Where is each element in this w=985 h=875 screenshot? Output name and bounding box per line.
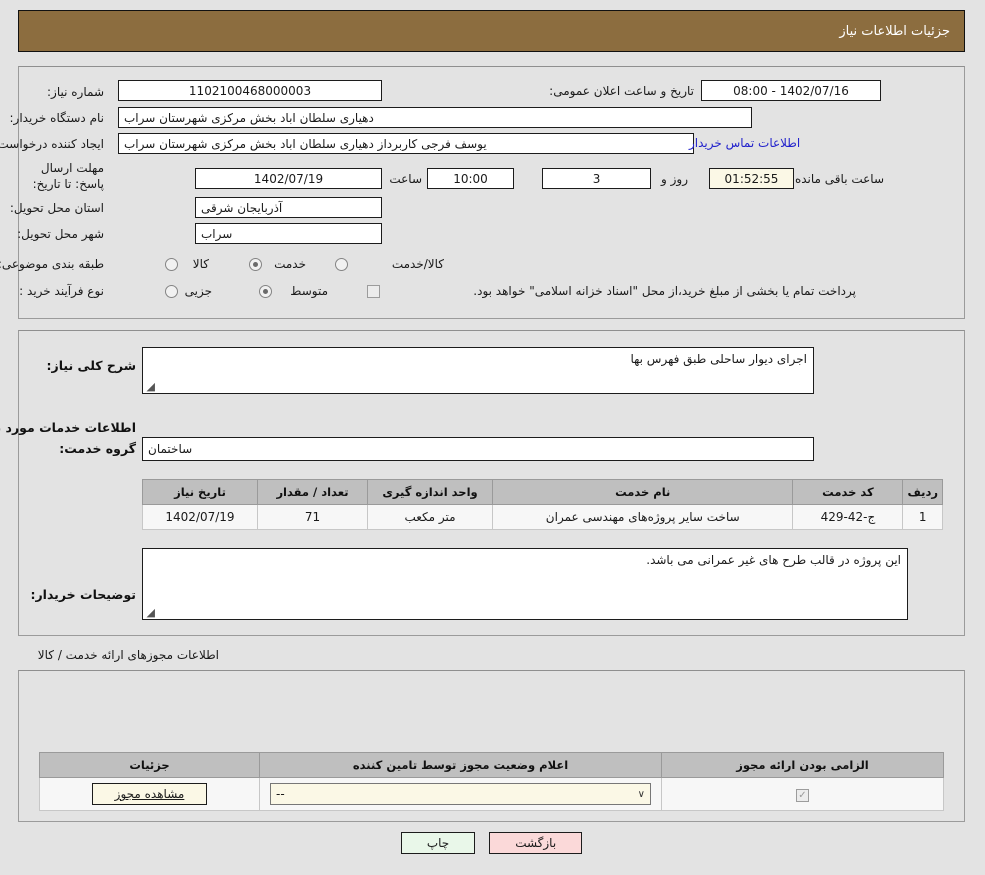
- province-label: استان محل تحویل:: [10, 201, 105, 215]
- announce-label: تاریخ و ساعت اعلان عمومی:: [550, 84, 695, 98]
- need-number-value: 1102100468000003: [119, 80, 383, 101]
- need-info-panel: [19, 66, 966, 319]
- back-button[interactable]: بازگشت: [490, 832, 584, 854]
- service-col-2: نام خدمت: [492, 479, 795, 505]
- category-label: طبقه بندی موضوعی:: [0, 257, 105, 271]
- permits-section-title: اطلاعات مجوزهای ارائه خدمت / کالا: [38, 648, 220, 662]
- need-desc-value: اجرای دیوار ساحلی طبق فهرس بها: [631, 352, 808, 366]
- service-table-header-row: ردیف کد خدمت نام خدمت واحد اندازه گیری تعداد…: [143, 479, 944, 505]
- resize-grip-icon[interactable]: ◢: [146, 381, 156, 392]
- need-desc-label: شرح کلی نیاز:: [47, 358, 137, 373]
- process-radio-medium[interactable]: [260, 285, 273, 298]
- table-cell: 1402/07/19: [143, 504, 259, 530]
- chevron-down-icon: ∨: [638, 788, 646, 800]
- process-label: نوع فرآیند خرید :: [20, 284, 105, 298]
- buyer-notes-value: این پروژه در قالب طرح های غیر عمرانی می …: [647, 553, 902, 567]
- services-section-title: اطلاعات خدمات مورد نیاز: [0, 420, 137, 435]
- category-radio-service[interactable]: [250, 258, 263, 271]
- permits-col-2: جزئیات: [40, 752, 261, 778]
- need-desc-textarea[interactable]: اجرای دیوار ساحلی طبق فهرس بها ◢: [143, 347, 815, 394]
- requester-label: ایجاد کننده درخواست:: [0, 137, 105, 151]
- table-cell: ساخت سایر پروژه‌های مهندسی عمران: [492, 504, 795, 530]
- need-number-label: شماره نیاز:: [48, 85, 105, 99]
- print-button[interactable]: چاپ: [401, 832, 477, 854]
- category-option-service-label: خدمت: [275, 257, 307, 271]
- countdown-timer: 01:52:55: [710, 168, 795, 189]
- table-cell: 71: [258, 504, 369, 530]
- table-cell: متر مکعب: [368, 504, 494, 530]
- city-value: سراب: [196, 223, 383, 244]
- category-option-goods-service-label: کالا/خدمت: [392, 257, 445, 271]
- page-root: AriaTender.net جزئیات اطلاعات نیاز شماره…: [0, 0, 985, 875]
- buyer-org-value: دهیاری سلطان اباد بخش مرکزی شهرستان سراب: [119, 107, 753, 128]
- permit-status-value: --: [277, 787, 286, 801]
- category-radio-goods[interactable]: [166, 258, 179, 271]
- days-remaining-value: 3: [543, 168, 652, 189]
- service-col-5: تاریخ نیاز: [143, 479, 259, 505]
- deadline-time-value: 10:00: [428, 168, 515, 189]
- requester-value: یوسف فرجی کاربرداز دهیاری سلطان اباد بخش…: [119, 133, 695, 154]
- resize-grip-icon-2[interactable]: ◢: [146, 607, 156, 618]
- permit-details-cell: مشاهده مجوز: [40, 777, 261, 811]
- permits-col-1: اعلام وضعیت مجوز توسط تامین کننده: [260, 752, 663, 778]
- service-col-0: ردیف: [903, 479, 944, 505]
- service-table-body: 1 ج-42-429 ساخت سایر پروژه‌های مهندسی عمرا…: [143, 504, 944, 530]
- table-cell: 1: [903, 504, 944, 530]
- permit-required-cell: ✓: [662, 777, 945, 811]
- permits-col-0: الزامی بودن ارائه مجوز: [662, 752, 945, 778]
- service-group-label: گروه خدمت:: [60, 441, 137, 456]
- buyer-notes-label: توضیحات خریدار:: [31, 587, 137, 602]
- permit-status-select[interactable]: ∨ --: [271, 783, 652, 805]
- service-table: ردیف کد خدمت نام خدمت واحد اندازه گیری تعداد…: [143, 479, 944, 530]
- buyer-contact-link[interactable]: اطلاعات تماس خریدار: [690, 136, 801, 150]
- deadline-label: مهلت ارسال پاسخ: تا تاریخ:: [33, 161, 105, 191]
- process-radio-minor[interactable]: [166, 285, 179, 298]
- countdown-suffix-label: ساعت باقی مانده: [795, 172, 885, 186]
- service-col-1: کد خدمت: [793, 479, 905, 505]
- service-group-value: ساختمان: [143, 437, 815, 461]
- table-row: 1 ج-42-429 ساخت سایر پروژه‌های مهندسی عمرا…: [143, 504, 944, 530]
- footer-buttons: بازگشت چاپ: [0, 832, 985, 854]
- table-row: ✓ ∨ -- مشاهده مجوز: [40, 777, 945, 811]
- view-permit-button[interactable]: مشاهده مجوز: [92, 783, 209, 805]
- buyer-notes-textarea[interactable]: این پروژه در قالب طرح های غیر عمرانی می …: [143, 548, 909, 620]
- province-value: آذربایجان شرقی: [196, 197, 383, 218]
- permits-table-body: ✓ ∨ -- مشاهده مجوز: [40, 777, 945, 811]
- table-cell: ج-42-429: [793, 504, 905, 530]
- service-col-4: تعداد / مقدار: [258, 479, 369, 505]
- city-label: شهر محل تحویل:: [18, 227, 105, 241]
- category-radio-goods-service[interactable]: [336, 258, 349, 271]
- process-option-minor-label: جزیی: [185, 284, 213, 298]
- category-option-goods-label: کالا: [193, 257, 210, 271]
- announce-value: 1402/07/16 - 08:00: [702, 80, 882, 101]
- permit-status-cell: ∨ --: [260, 777, 663, 811]
- days-label: روز و: [662, 172, 689, 186]
- permits-table: الزامی بودن ارائه مجوز اعلام وضعیت مجوز ت…: [40, 752, 945, 811]
- service-col-3: واحد اندازه گیری: [368, 479, 494, 505]
- permit-required-checkbox: ✓: [797, 788, 810, 802]
- hour-label: ساعت: [390, 172, 423, 186]
- buyer-org-label: نام دستگاه خریدار:: [10, 111, 106, 125]
- page-title: جزئیات اطلاعات نیاز: [19, 10, 966, 52]
- process-option-medium-label: متوسط: [291, 284, 329, 298]
- treasury-docs-label: پرداخت تمام یا بخشی از مبلغ خرید،از محل …: [474, 284, 857, 298]
- permits-table-header-row: الزامی بودن ارائه مجوز اعلام وضعیت مجوز ت…: [40, 752, 945, 778]
- treasury-docs-checkbox[interactable]: [368, 285, 381, 298]
- deadline-date-value: 1402/07/19: [196, 168, 383, 189]
